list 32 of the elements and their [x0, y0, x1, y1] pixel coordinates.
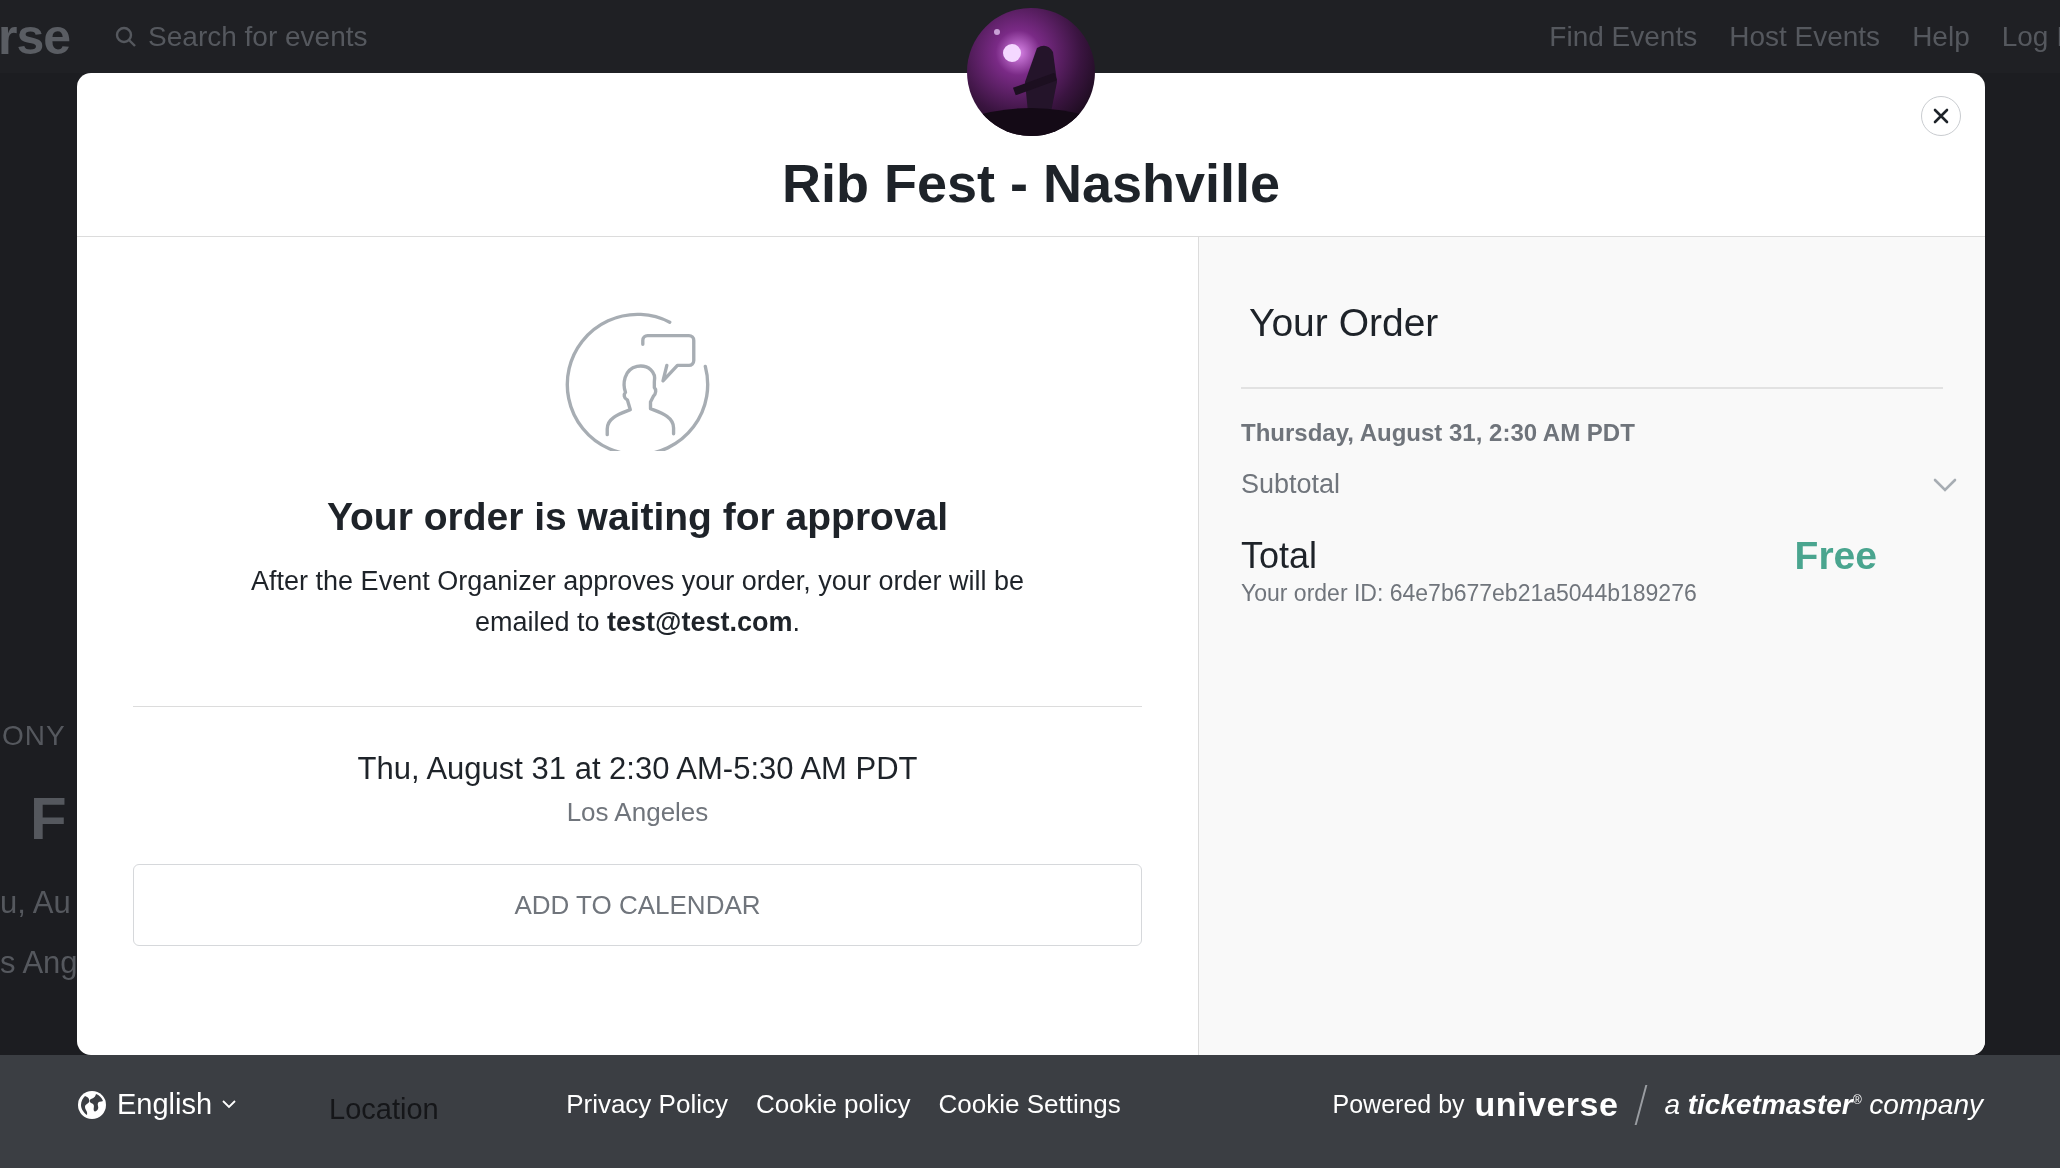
- total-label: Total: [1241, 535, 1318, 577]
- powered-by-label: Powered by: [1332, 1090, 1465, 1119]
- close-button[interactable]: [1921, 96, 1961, 136]
- order-date: Thursday, August 31, 2:30 AM PDT: [1241, 419, 1636, 447]
- event-category: ONY: [2, 720, 66, 752]
- event-date: u, Au: [0, 885, 71, 921]
- event-title: Rib Fest - Nashville: [781, 152, 1281, 214]
- close-icon: [1933, 108, 1949, 124]
- brand-logo: universe: [1474, 1085, 1619, 1124]
- site-logo[interactable]: rse: [0, 7, 71, 66]
- language-selector[interactable]: English: [77, 1088, 237, 1121]
- order-id: Your order ID: 64e7b677eb21a5044b189276: [1241, 580, 1698, 607]
- nav-link[interactable]: Host Events: [1729, 20, 1881, 53]
- status-heading: Your order is waiting for approval: [326, 495, 949, 539]
- event-date-time: Thu, August 31 at 2:30 AM-5:30 AM PDT: [357, 751, 918, 787]
- nav-link[interactable]: Help: [1912, 20, 1970, 53]
- tagline: a ticketmaster$^{®}$ company: [1664, 1088, 1983, 1121]
- chevron-icon: [222, 1100, 237, 1109]
- status-message: After the Event Organizer approves your order, your order will be emailed to test@test.com.: [250, 565, 1025, 639]
- event-location: s Ang: [0, 945, 78, 981]
- nav-link[interactable]: Find Events: [1549, 20, 1698, 53]
- footer-link[interactable]: Cookie policy: [755, 1089, 911, 1120]
- subtotal-label: Subtotal: [1241, 469, 1341, 500]
- footer-link[interactable]: Privacy Policy: [566, 1089, 728, 1120]
- search-field[interactable]: Search for events: [114, 20, 368, 53]
- total-price: Free: [1794, 534, 1877, 578]
- globe-icon: [77, 1089, 107, 1120]
- event-title: F: [30, 784, 67, 853]
- order-heading: Your Order: [1249, 301, 1440, 345]
- event-location: Los Angeles: [566, 797, 709, 828]
- add-to-calendar-button[interactable]: ADD TO CALENDAR: [133, 864, 1142, 946]
- footer-link[interactable]: Cookie Settings: [938, 1089, 1121, 1120]
